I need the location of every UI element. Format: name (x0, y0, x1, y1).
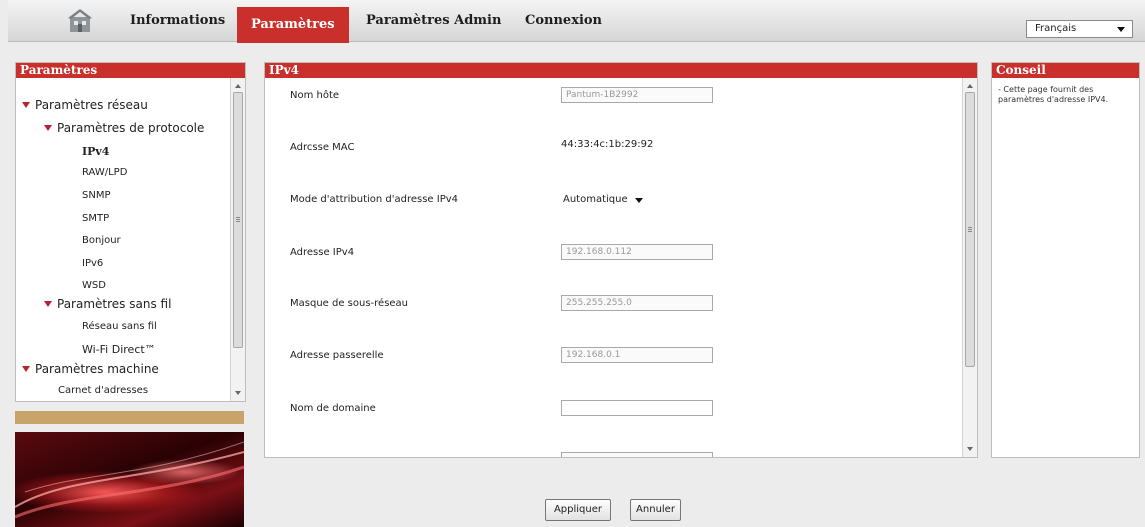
tip-text: - Cette page fournit des paramètres d'ad… (998, 85, 1109, 104)
tab-parametres[interactable]: Paramètres (237, 7, 349, 43)
ipv4-address-field[interactable]: 192.168.0.112 (561, 244, 713, 260)
language-value: Français (1035, 23, 1077, 34)
tree-item-carnet-adresses[interactable]: Carnet d'adresses (58, 385, 148, 396)
gateway-field[interactable]: 192.168.0.1 (561, 347, 713, 363)
grip-icon (968, 227, 972, 232)
scroll-down-icon[interactable] (967, 447, 973, 451)
tree-item-raw-lpd[interactable]: RAW/LPD (82, 167, 127, 178)
tree-item-smtp[interactable]: SMTP (82, 213, 109, 224)
scroll-up-icon[interactable] (967, 84, 973, 88)
tree-item-parametres-reseau[interactable]: Paramètres réseau (22, 98, 148, 112)
tab-connexion[interactable]: Connexion (525, 11, 602, 31)
scroll-up-icon[interactable] (235, 84, 241, 88)
mode-select-value: Automatique (563, 194, 628, 205)
tab-parametres-admin[interactable]: Paramètres Admin (366, 11, 501, 31)
ipv4-panel-title: IPv4 (265, 63, 977, 78)
tree-item-ipv4[interactable]: IPv4 (82, 145, 109, 158)
hostname-label: Nom hôte (290, 90, 340, 101)
main-scrollbar[interactable] (962, 78, 977, 457)
hostname-field[interactable]: Pantum-1B2992 (561, 87, 713, 103)
language-select[interactable]: Français (1026, 20, 1133, 38)
domain-name-field[interactable] (561, 400, 713, 416)
tree-item-parametres-sans-fil[interactable]: Paramètres sans fil (44, 297, 171, 311)
tree-item-wsd[interactable]: WSD (82, 280, 106, 291)
mac-label: Adrcsse MAC (290, 142, 355, 153)
settings-tree: Paramètres réseau Paramètres de protocol… (16, 78, 230, 401)
tree-item-wifi-direct[interactable]: Wi-Fi Direct™ (82, 343, 156, 356)
cancel-button[interactable]: Annuler (630, 499, 681, 521)
tip-panel-title: Conseil (992, 63, 1139, 78)
scrollbar-thumb[interactable] (965, 92, 975, 367)
tree-item-ipv6[interactable]: IPv6 (82, 258, 103, 269)
settings-tree-panel: Paramètres Paramètres réseau Paramètres … (15, 62, 246, 402)
tree-item-bonjour[interactable]: Bonjour (82, 235, 121, 246)
home-icon[interactable] (66, 8, 94, 34)
tree-scrollbar[interactable] (230, 78, 245, 401)
decorative-band (15, 411, 244, 424)
ipv4-panel: IPv4 Nom hôte Pantum-1B2992 Adrcsse MAC … (264, 62, 978, 458)
decorative-image (15, 432, 244, 527)
top-navigation-bar: Informations Paramètres Paramètres Admin… (8, 0, 1145, 43)
expand-triangle-icon (22, 102, 30, 108)
grip-icon (236, 217, 240, 222)
chevron-down-icon (1117, 27, 1125, 32)
tree-item-snmp[interactable]: SNMP (82, 190, 111, 201)
ipv4-form: Nom hôte Pantum-1B2992 Adrcsse MAC 44:33… (265, 78, 962, 457)
settings-tree-title: Paramètres (16, 63, 245, 78)
expand-triangle-icon (44, 125, 52, 131)
domain-name-label: Nom de domaine (290, 403, 376, 414)
tip-panel: Conseil - Cette page fournit des paramèt… (991, 62, 1140, 458)
expand-triangle-icon (22, 366, 30, 372)
tab-informations[interactable]: Informations (130, 11, 225, 31)
scroll-down-icon[interactable] (235, 391, 241, 395)
next-field-partial[interactable] (561, 452, 713, 457)
mac-value: 44:33:4c:1b:29:92 (561, 139, 654, 150)
scrollbar-thumb[interactable] (233, 92, 243, 348)
mode-select[interactable]: Automatique (561, 191, 649, 209)
chevron-down-icon (635, 198, 643, 203)
tree-item-parametres-machine[interactable]: Paramètres machine (22, 362, 159, 376)
apply-button[interactable]: Appliquer (545, 499, 611, 521)
gateway-label: Adresse passerelle (290, 350, 384, 361)
ipv4-address-label: Adresse IPv4 (290, 247, 355, 258)
expand-triangle-icon (44, 301, 52, 307)
subnet-mask-label: Masque de sous-réseau (290, 298, 409, 309)
tree-item-parametres-protocole[interactable]: Paramètres de protocole (44, 121, 204, 135)
subnet-mask-field[interactable]: 255.255.255.0 (561, 295, 713, 311)
mode-label: Mode d'attribution d'adresse IPv4 (290, 194, 459, 205)
tree-item-reseau-sans-fil[interactable]: Réseau sans fil (82, 321, 157, 332)
